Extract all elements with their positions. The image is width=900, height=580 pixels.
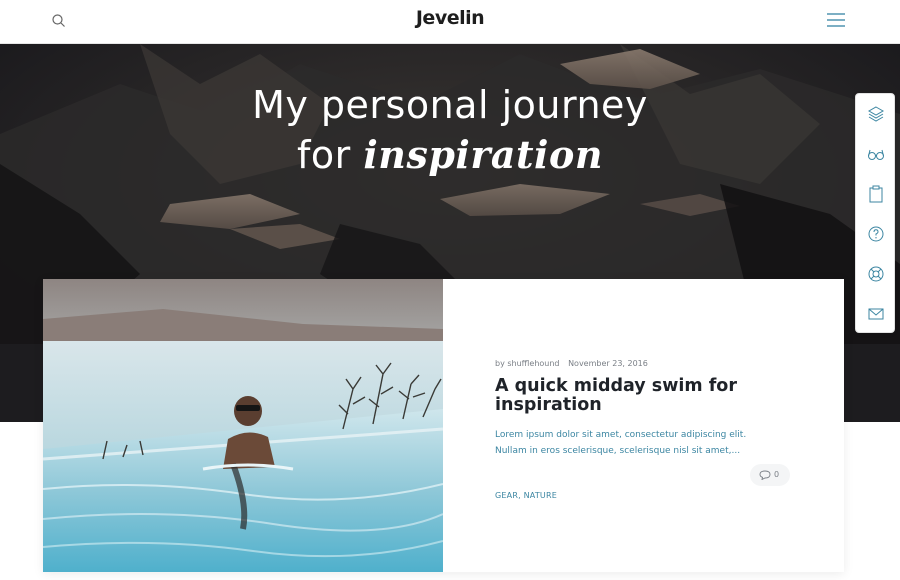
post-excerpt: Lorem ipsum dolor sit amet, consectetur … xyxy=(495,427,815,459)
comments-button[interactable]: 0 xyxy=(750,464,790,486)
post-excerpt-line2: Nullam in eros scelerisque, scelerisque … xyxy=(495,446,741,456)
tag-gear[interactable]: GEAR xyxy=(495,491,518,500)
hero-title-line1: My personal journey xyxy=(252,83,648,127)
post-content: by shufflehound November 23, 2016 A quic… xyxy=(495,359,815,459)
post-title[interactable]: A quick midday swim for inspiration xyxy=(495,377,815,415)
envelope-icon[interactable] xyxy=(865,303,887,325)
hero-title-line2: for inspiration xyxy=(0,130,900,180)
help-circle-icon[interactable] xyxy=(865,223,887,245)
hero-title: My personal journey for inspiration xyxy=(0,80,900,180)
post-excerpt-line1: Lorem ipsum dolor sit amet, consectetur … xyxy=(495,430,747,440)
comment-bubble-icon xyxy=(759,470,771,480)
site-logo[interactable]: Jevelin xyxy=(0,7,900,29)
post-card: by shufflehound November 23, 2016 A quic… xyxy=(43,279,844,572)
hero-title-plain: for xyxy=(297,133,351,177)
comment-count: 0 xyxy=(774,470,780,479)
side-toolbar xyxy=(855,93,895,333)
lifebuoy-icon[interactable] xyxy=(865,263,887,285)
site-header: Jevelin xyxy=(0,0,900,44)
hero-title-emphasis: inspiration xyxy=(363,132,603,177)
glasses-icon[interactable] xyxy=(865,143,887,165)
clipboard-icon[interactable] xyxy=(865,183,887,205)
post-featured-image[interactable] xyxy=(43,279,443,572)
post-date[interactable]: November 23, 2016 xyxy=(568,359,648,368)
hamburger-menu-icon[interactable] xyxy=(826,11,846,29)
layers-icon[interactable] xyxy=(865,103,887,125)
tag-nature[interactable]: NATURE xyxy=(524,491,557,500)
post-author[interactable]: by shufflehound xyxy=(495,359,560,368)
post-tags: GEAR, NATURE xyxy=(495,491,557,500)
post-meta: by shufflehound November 23, 2016 xyxy=(495,359,815,368)
